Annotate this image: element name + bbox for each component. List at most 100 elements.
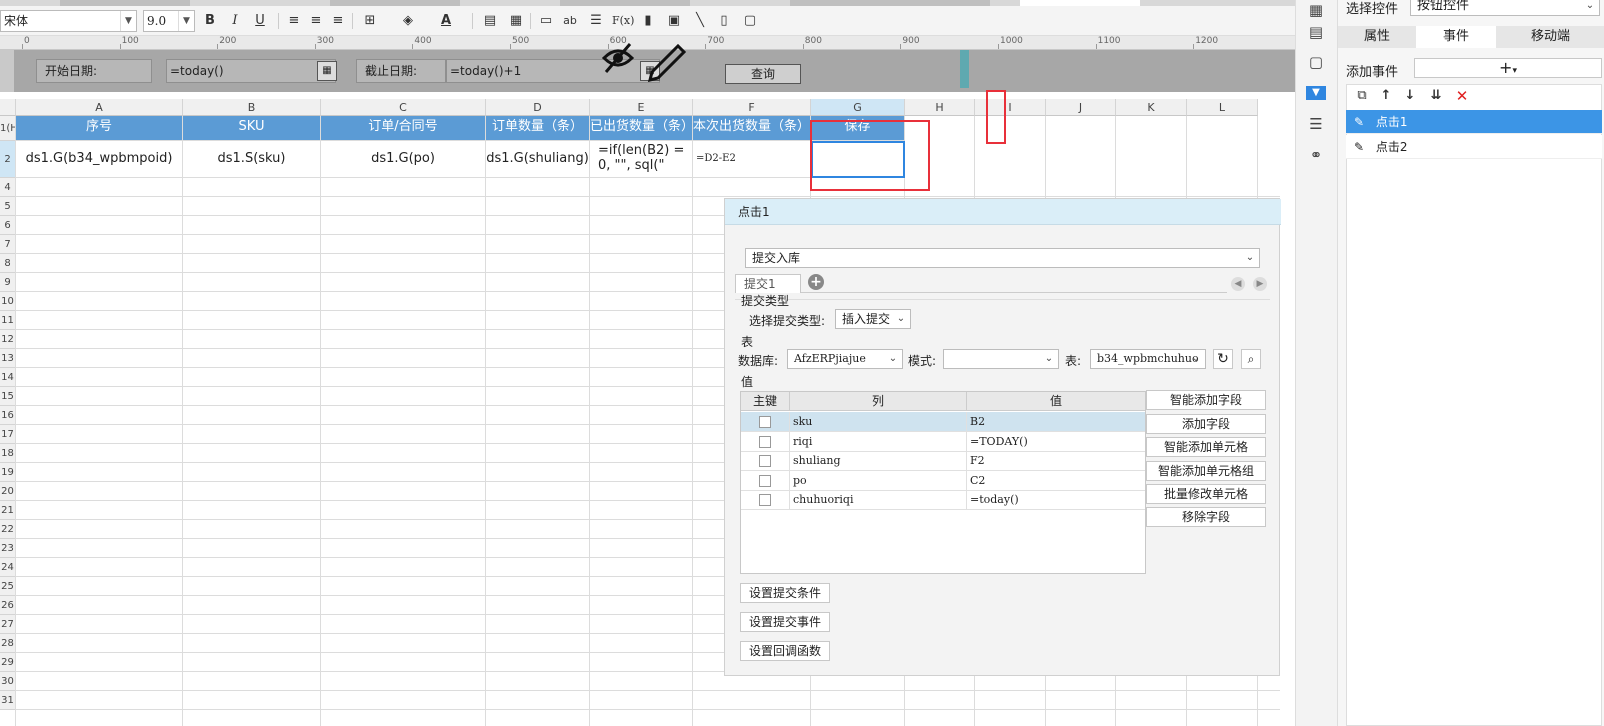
row-header[interactable]: 29 bbox=[0, 653, 16, 672]
select-all-corner[interactable] bbox=[0, 99, 16, 116]
row-header[interactable]: 26 bbox=[0, 596, 16, 615]
align-left-icon[interactable]: ≡ bbox=[284, 12, 304, 30]
row-header[interactable]: 23 bbox=[0, 539, 16, 558]
row-header[interactable]: 22 bbox=[0, 520, 16, 539]
col-header-b[interactable]: B bbox=[183, 99, 321, 116]
row-header[interactable]: 15 bbox=[0, 387, 16, 406]
grid-icon[interactable]: ▦ bbox=[1306, 0, 1326, 20]
tab-events[interactable]: 事件 bbox=[1416, 26, 1496, 48]
value-row[interactable]: chuhuoriqi =today() bbox=[741, 490, 1145, 511]
move-down-icon[interactable]: ↓ bbox=[1400, 87, 1420, 105]
underline-icon[interactable]: U bbox=[250, 12, 270, 30]
header-cell[interactable]: 本次出货数量（条） bbox=[693, 116, 811, 141]
font-size-select[interactable]: 9.0 ▼ bbox=[143, 10, 195, 32]
paragraph-icon[interactable]: ☰ bbox=[586, 12, 606, 30]
widget-type-select[interactable]: 按钮控件 ⌄ bbox=[1410, 0, 1600, 16]
tab-prev-icon[interactable]: ◀ bbox=[1231, 277, 1245, 291]
row-header[interactable]: 10 bbox=[0, 292, 16, 311]
row-header[interactable]: 20 bbox=[0, 482, 16, 501]
data-cell-c[interactable]: ds1.G(po) bbox=[321, 141, 486, 178]
header-cell[interactable]: 已出货数量（条） bbox=[590, 116, 693, 141]
row-header[interactable]: 18 bbox=[0, 444, 16, 463]
row-header[interactable]: 24 bbox=[0, 558, 16, 577]
col-header-g[interactable]: G bbox=[811, 99, 905, 116]
submit-tab[interactable]: 提交1 bbox=[735, 274, 801, 293]
col-header-a[interactable]: A bbox=[16, 99, 183, 116]
border-icon[interactable]: ⊞ bbox=[360, 12, 380, 30]
hide-edit-icon[interactable] bbox=[600, 42, 690, 82]
copy-icon[interactable]: ⧉ bbox=[1352, 87, 1372, 105]
row-header[interactable]: 16 bbox=[0, 406, 16, 425]
insert-cell-icon[interactable]: ▭ bbox=[536, 12, 556, 30]
row-header[interactable]: 28 bbox=[0, 634, 16, 653]
move-up-icon[interactable]: ↑ bbox=[1376, 87, 1396, 105]
value-row[interactable]: po C2 bbox=[741, 470, 1145, 491]
formula-icon[interactable]: F(x) bbox=[612, 12, 634, 30]
value-row[interactable]: sku B2 bbox=[741, 412, 1145, 432]
event-item-click1[interactable]: ✎ 点击1 bbox=[1346, 110, 1602, 134]
col-header-d[interactable]: D bbox=[486, 99, 590, 116]
row-header[interactable]: 14 bbox=[0, 368, 16, 387]
side-button-2[interactable]: 智能添加单元格 bbox=[1146, 437, 1266, 457]
value-row[interactable]: shuliang F2 bbox=[741, 451, 1145, 472]
text-icon[interactable]: ab bbox=[560, 12, 580, 30]
form-icon[interactable]: ☰ bbox=[1306, 114, 1326, 134]
subreport-icon[interactable]: ▯ bbox=[714, 12, 734, 30]
value-row-value[interactable]: C2 bbox=[966, 470, 1144, 491]
row-header[interactable]: 6 bbox=[0, 216, 16, 235]
data-cell-b[interactable]: ds1.S(sku) bbox=[183, 141, 321, 178]
merge-icon[interactable]: ▤ bbox=[480, 12, 500, 30]
bold-icon[interactable]: B bbox=[200, 12, 220, 30]
col-header-h[interactable]: H bbox=[905, 99, 975, 116]
fill-color-icon[interactable]: ◈ bbox=[398, 12, 418, 30]
link-icon[interactable]: ⚭ bbox=[1306, 145, 1326, 165]
delete-icon[interactable]: ✕ bbox=[1452, 87, 1472, 105]
row-header[interactable]: 21 bbox=[0, 501, 16, 520]
chart-icon[interactable]: ▮ bbox=[638, 12, 658, 30]
data-cell-d[interactable]: ds1.G(shuliang) bbox=[486, 141, 590, 178]
value-row-value[interactable]: =TODAY() bbox=[966, 431, 1144, 452]
query-button[interactable]: 查询 bbox=[725, 64, 801, 84]
data-cell-a[interactable]: ds1.G(b34_wpbmpoid) bbox=[16, 141, 183, 178]
unmerge-icon[interactable]: ▦ bbox=[506, 12, 526, 30]
row-header[interactable]: 17 bbox=[0, 425, 16, 444]
action-type-select[interactable]: 提交入库 ⌄ bbox=[745, 248, 1260, 268]
bottom-button-0[interactable]: 设置提交条件 bbox=[740, 583, 830, 603]
bottom-button-1[interactable]: 设置提交事件 bbox=[740, 612, 830, 632]
side-button-3[interactable]: 智能添加单元格组 bbox=[1146, 461, 1266, 481]
col-header-l[interactable]: L bbox=[1187, 99, 1258, 116]
row-header[interactable]: 31 bbox=[0, 691, 16, 710]
header-cell[interactable]: 序号 bbox=[16, 116, 183, 141]
row-header[interactable]: 30 bbox=[0, 672, 16, 691]
header-cell[interactable]: 订单数量（条） bbox=[486, 116, 590, 141]
move-bottom-icon[interactable]: ⇊ bbox=[1426, 87, 1446, 105]
side-button-1[interactable]: 添加字段 bbox=[1146, 414, 1266, 434]
side-button-5[interactable]: 移除字段 bbox=[1146, 507, 1266, 527]
side-button-4[interactable]: 批量修改单元格 bbox=[1146, 484, 1266, 504]
col-header-c[interactable]: C bbox=[321, 99, 486, 116]
value-row-value[interactable]: =today() bbox=[966, 490, 1144, 511]
header-cell[interactable]: 订单/合同号 bbox=[321, 116, 486, 141]
preview-table-icon[interactable]: ⌕ bbox=[1241, 349, 1261, 369]
event-item-click2[interactable]: ✎ 点击2 bbox=[1346, 135, 1602, 159]
align-right-icon[interactable]: ≡ bbox=[328, 12, 348, 30]
submit-type-select[interactable]: 插入提交 ⌄ bbox=[835, 309, 911, 329]
add-tab-icon[interactable]: + bbox=[808, 274, 824, 290]
data-cell-e[interactable]: =if(len(B2) = 0, "", sql(" bbox=[590, 141, 693, 178]
table-select[interactable]: b34_wpbmchuhuo ⌄ bbox=[1090, 349, 1206, 369]
widget-tree-icon[interactable]: ▤ bbox=[1306, 22, 1326, 42]
tab-mobile[interactable]: 移动端 bbox=[1496, 26, 1604, 48]
row-header[interactable]: 9 bbox=[0, 273, 16, 292]
col-header-k[interactable]: K bbox=[1116, 99, 1187, 116]
header-cell[interactable]: SKU bbox=[183, 116, 321, 141]
add-event-button[interactable]: +▾ bbox=[1414, 58, 1602, 78]
tab-properties[interactable]: 属性 bbox=[1338, 26, 1416, 48]
value-row-value[interactable]: F2 bbox=[966, 451, 1144, 472]
slash-icon[interactable]: ╲ bbox=[690, 12, 710, 30]
widget-settings-icon[interactable]: ▼ bbox=[1306, 86, 1326, 100]
row-header[interactable]: 1(H) bbox=[0, 116, 16, 141]
row-header[interactable]: 5 bbox=[0, 197, 16, 216]
row-header[interactable]: 8 bbox=[0, 254, 16, 273]
tab-next-icon[interactable]: ▶ bbox=[1253, 277, 1267, 291]
font-color-icon[interactable]: A bbox=[436, 12, 456, 30]
